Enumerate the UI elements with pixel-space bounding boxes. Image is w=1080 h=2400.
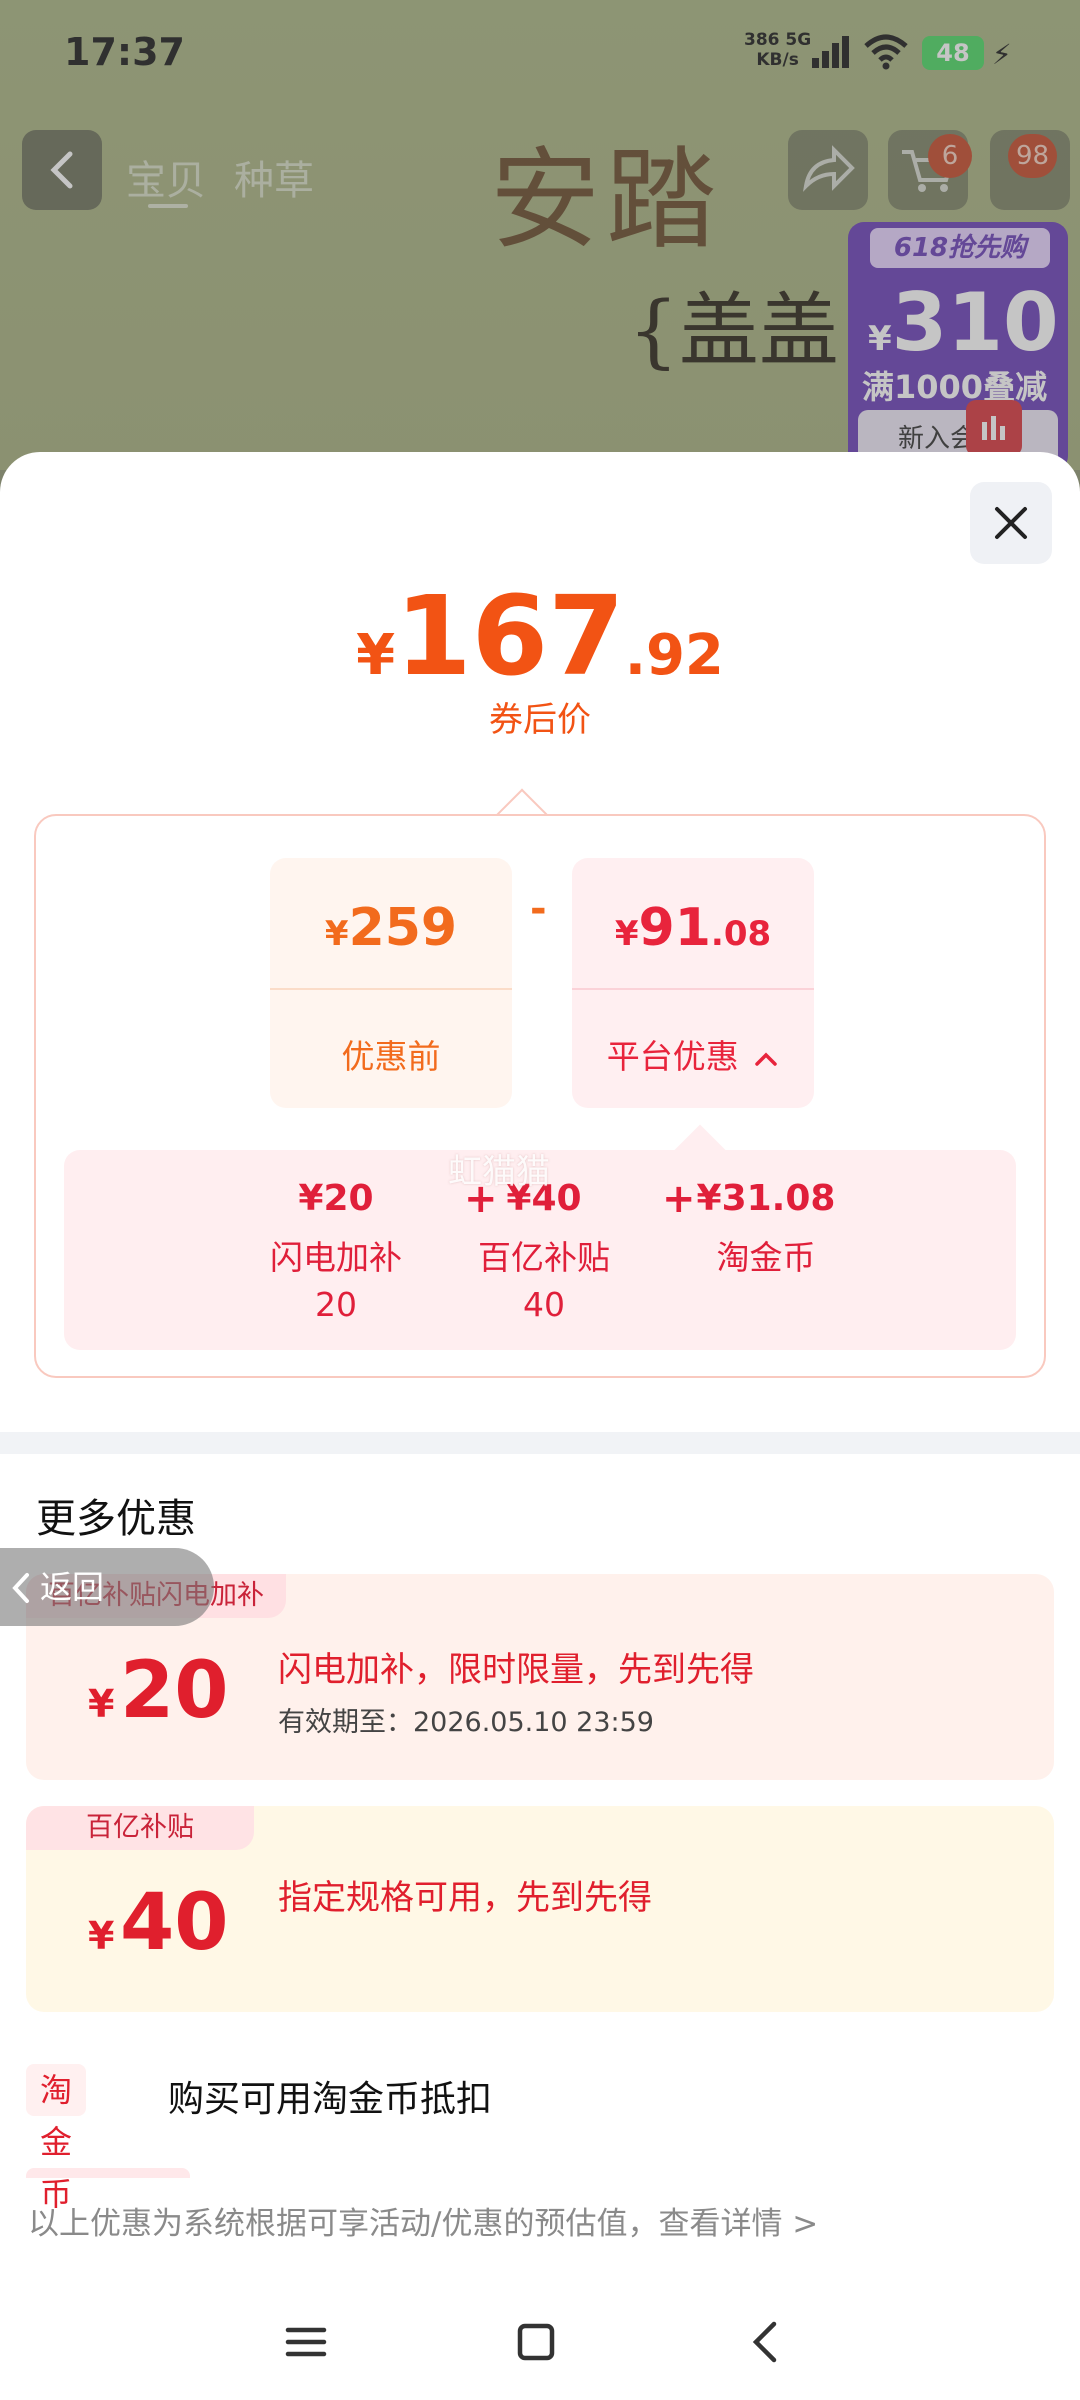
more-offers-title: 更多优惠: [36, 1496, 196, 1542]
coupon-description: 闪电加补，限时限量，先到先得: [278, 1650, 754, 1690]
divider: [572, 988, 814, 990]
product-page-background: 安踏 {盖盖} 618抢先购 ¥310 满1000叠减 新入会 17:37 38…: [0, 0, 1080, 470]
chevron-up-icon: [755, 1052, 777, 1066]
coupon-value: ¥ 40: [88, 1878, 229, 1968]
close-button[interactable]: [970, 482, 1052, 564]
floating-return-button[interactable]: 返回: [0, 1548, 214, 1626]
platform-discount-amount: ¥91.08: [614, 898, 772, 958]
watermark: 虹猫猫: [448, 1152, 550, 1192]
sub-discount-item: ¥20 闪电加补 20: [270, 1178, 402, 1324]
price-breakdown: ¥259 优惠前 - ¥91.08 平台优惠 ¥20 闪电加补 20 + ¥40…: [34, 814, 1046, 1378]
divider: [270, 988, 512, 990]
platform-discount-box[interactable]: ¥91.08 平台优惠: [572, 858, 814, 1108]
close-icon: [995, 507, 1027, 539]
home-icon[interactable]: [506, 2312, 566, 2372]
chevron-left-icon: [12, 1573, 29, 1603]
discount-detail-sheet: ¥167.92 券后价 ¥259 优惠前 - ¥91.08 平台优惠 ¥20 闪…: [0, 452, 1080, 2400]
modal-overlay[interactable]: [0, 0, 1080, 470]
coupon-expiry: 有效期至：2026.05.10 23:59: [278, 1707, 654, 1738]
original-price-label: 优惠前: [341, 1037, 441, 1076]
section-divider: [0, 1432, 1080, 1454]
original-price-box: ¥259 优惠前: [270, 858, 512, 1108]
footer-note-link[interactable]: 以上优惠为系统根据可享活动/优惠的预估值，查看详情 >: [28, 2198, 1058, 2243]
final-price: ¥167.92: [356, 572, 724, 700]
coupon-tag: 百亿补贴: [26, 1806, 254, 1850]
platform-discount-label: 平台优惠: [572, 1030, 814, 1078]
system-nav-bar: [0, 2272, 1080, 2400]
final-price-caption: 券后价: [489, 700, 591, 740]
sub-discount-item: ¥31.08 淘金币: [696, 1178, 836, 1277]
minus-sign: -: [530, 886, 547, 932]
original-price: ¥259: [324, 898, 458, 958]
coupon-description: 指定规格可用，先到先得: [278, 1878, 652, 1918]
clipped-tag: [26, 2168, 190, 2178]
taojinbi-tag: 淘金币: [26, 2064, 87, 2213]
coupon-value: ¥ 20: [88, 1646, 229, 1736]
back-icon[interactable]: [736, 2312, 796, 2372]
coupon-card[interactable]: 百亿补贴 ¥ 40 指定规格可用，先到先得: [26, 1806, 1054, 2012]
menu-icon[interactable]: [276, 2312, 336, 2372]
sub-discount-item: ¥40 百亿补贴 40: [478, 1178, 610, 1324]
taojinbi-text: 购买可用淘金币抵扣: [168, 2079, 493, 2120]
